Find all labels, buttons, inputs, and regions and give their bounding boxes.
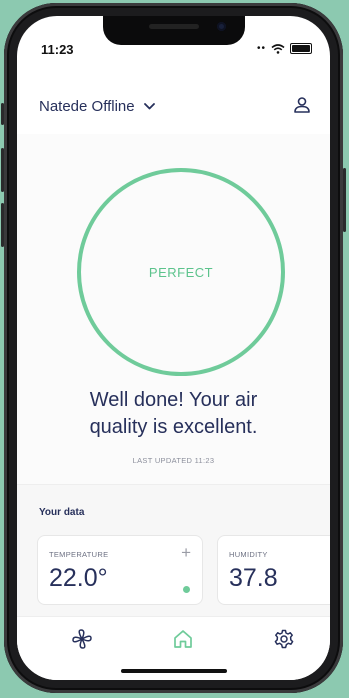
air-quality-ring: PERFECT [77, 168, 285, 376]
chevron-down-icon [143, 103, 155, 110]
your-data-title: Your data [39, 507, 85, 518]
temperature-value: 22.0° [49, 564, 108, 592]
humidity-card[interactable]: HUMIDITY 37.8 [217, 535, 330, 605]
headline-line-2: quality is excellent. [89, 416, 258, 438]
humidity-value: 37.8 [229, 564, 278, 592]
power-button [343, 168, 346, 232]
temperature-label: TEMPERATURE [49, 550, 109, 559]
volume-down-button [1, 203, 4, 247]
home-icon[interactable] [172, 628, 194, 650]
temperature-card[interactable]: TEMPERATURE 22.0° + [37, 535, 203, 605]
air-quality-panel: PERFECT Well done! Your air quality is e… [17, 134, 330, 484]
your-data-section: Your data TEMPERATURE 22.0° + HUMIDITY 3… [17, 484, 330, 617]
screen: 11:23 •• Natede Offline PERFECT Well don… [17, 16, 330, 680]
last-updated: LAST UPDATED 11:23 [17, 456, 330, 465]
last-updated-label: LAST UPDATED [132, 456, 193, 465]
home-indicator [121, 669, 227, 673]
air-quality-headline: Well done! Your air quality is excellent… [17, 387, 330, 441]
tab-bar [17, 616, 330, 680]
user-icon[interactable] [292, 95, 312, 115]
phone-frame: 11:23 •• Natede Offline PERFECT Well don… [1, 3, 346, 693]
wifi-icon [271, 43, 285, 54]
status-icons: •• [257, 43, 312, 54]
device-name: Natede Offline [39, 98, 135, 115]
headline-line-1: Well done! Your air [89, 389, 258, 411]
device-selector[interactable]: Natede Offline [39, 98, 155, 115]
mute-switch [1, 103, 4, 125]
fan-icon[interactable] [71, 628, 93, 650]
battery-icon [290, 43, 312, 54]
status-dot [183, 586, 190, 593]
speaker [149, 24, 199, 29]
status-time: 11:23 [41, 42, 74, 57]
air-quality-status: PERFECT [148, 264, 214, 280]
plus-icon[interactable]: + [181, 543, 191, 563]
volume-up-button [1, 148, 4, 192]
more-dots-icon: •• [256, 43, 266, 54]
humidity-label: HUMIDITY [229, 550, 268, 559]
last-updated-time: 11:23 [194, 456, 215, 465]
gear-icon[interactable] [273, 628, 295, 650]
notch [103, 16, 245, 45]
front-camera [217, 22, 226, 31]
header: Natede Offline [17, 78, 330, 135]
